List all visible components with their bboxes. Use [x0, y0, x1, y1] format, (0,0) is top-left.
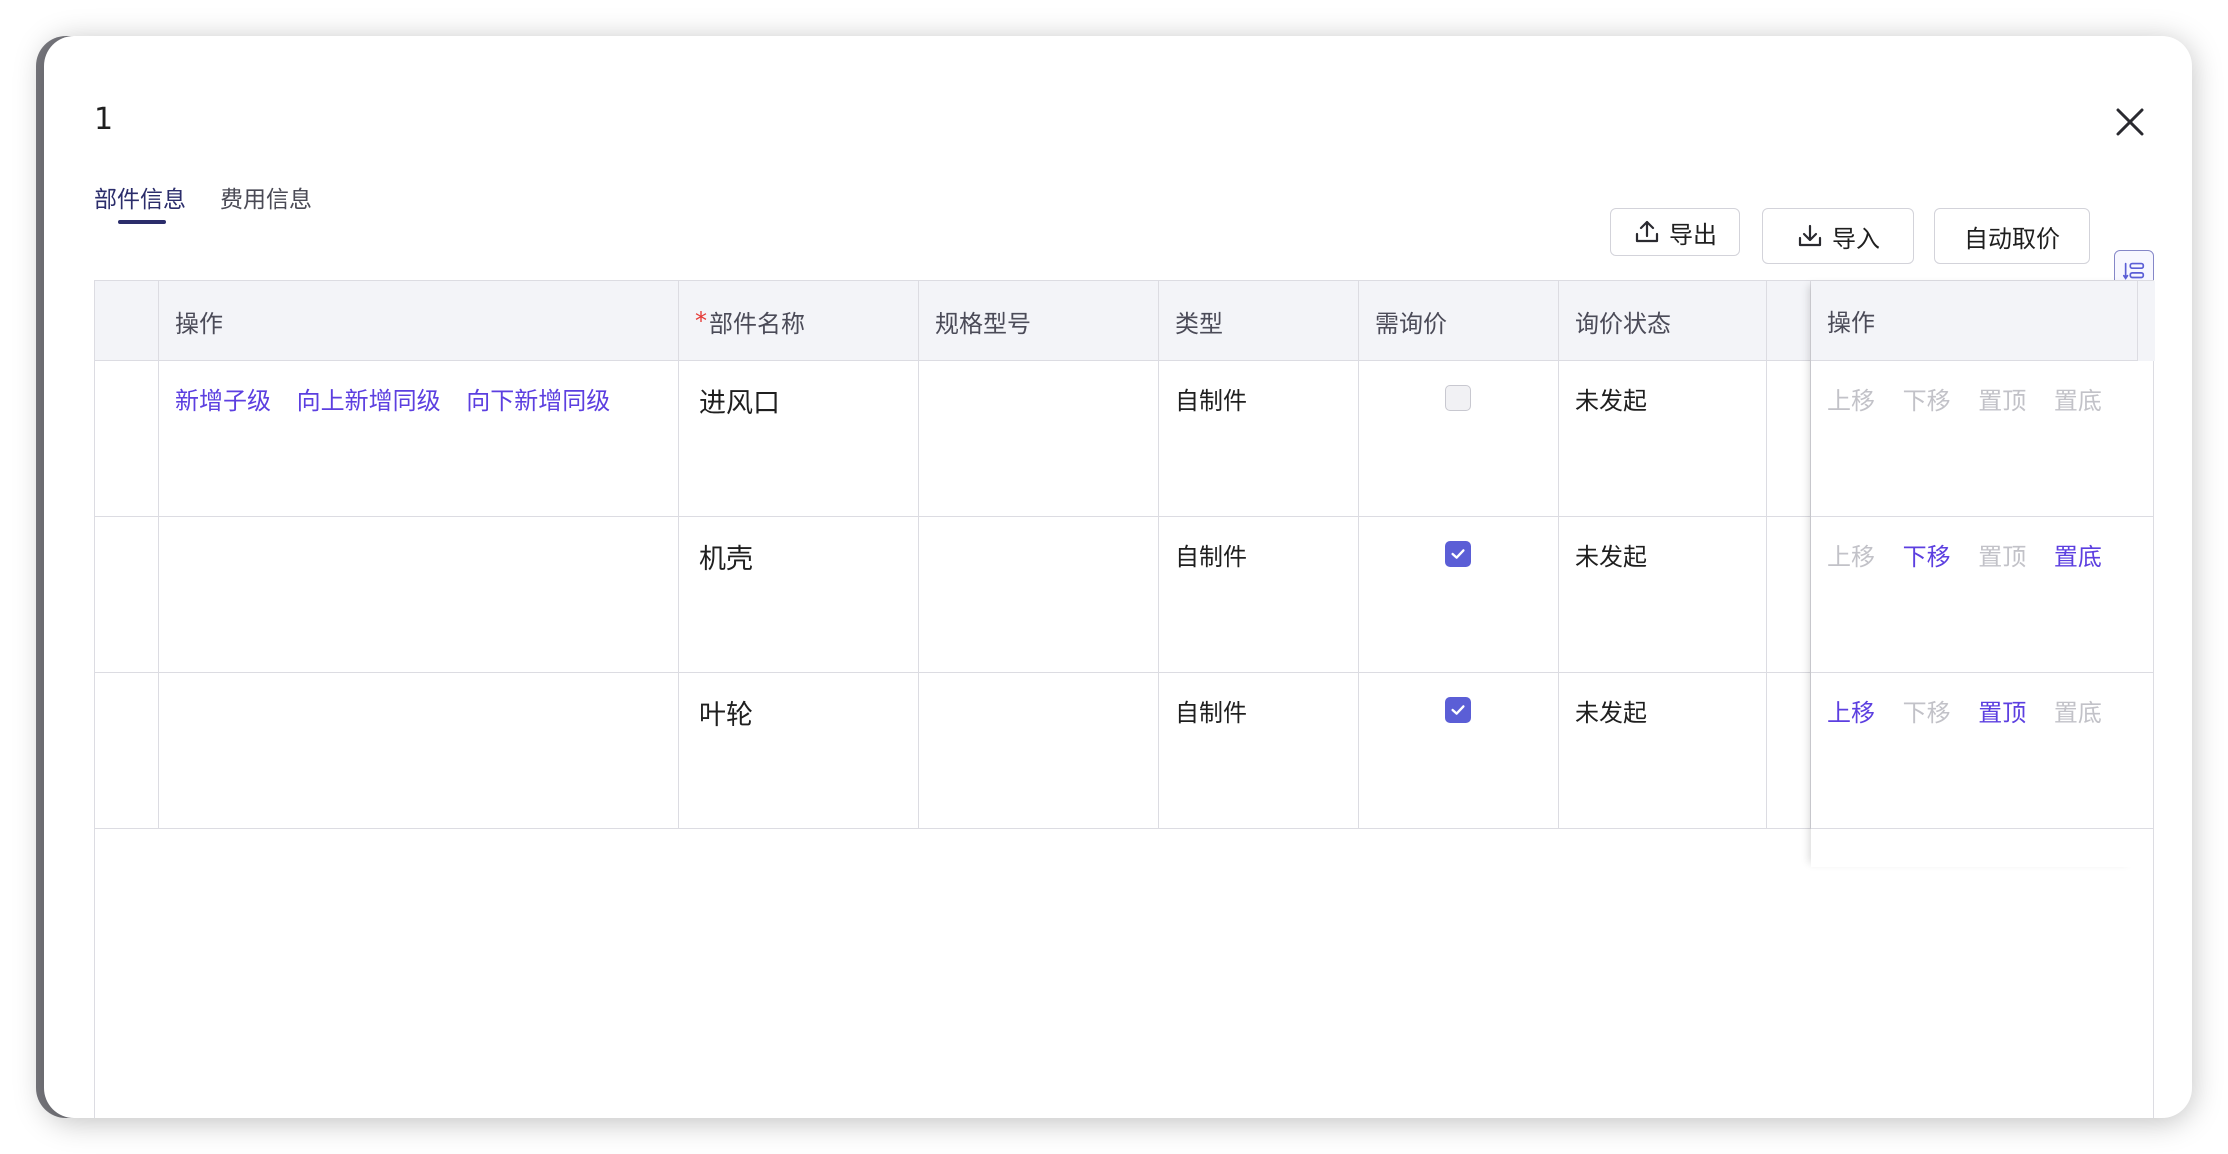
type-cell: 自制件	[1159, 517, 1359, 673]
type-cell: 自制件	[1159, 361, 1359, 517]
need-inquiry-cell	[1359, 673, 1559, 829]
extra-cell	[1767, 673, 1811, 829]
need-inquiry-cell	[1359, 361, 1559, 517]
export-button[interactable]: 导出	[1610, 208, 1740, 256]
add-sibling-below-link[interactable]: 向下新增同级	[466, 387, 610, 415]
header-inquiry-status: 询价状态	[1559, 281, 1767, 361]
required-mark: *	[695, 307, 707, 335]
spec-cell	[919, 673, 1159, 829]
need-inquiry-checkbox[interactable]	[1445, 385, 1471, 411]
move-actions-cell: 上移 下移 置顶 置底	[1811, 673, 2137, 829]
inquiry-status-cell: 未发起	[1559, 361, 1767, 517]
auto-price-button[interactable]: 自动取价	[1934, 208, 2090, 264]
modal-title: 1	[94, 102, 114, 137]
part-name-cell: 机壳	[679, 517, 919, 673]
export-label: 导出	[1669, 220, 1717, 249]
check-icon	[1451, 705, 1465, 715]
header-extra	[1767, 281, 1811, 361]
header-spec: 规格型号	[919, 281, 1159, 361]
extra-cell	[1767, 361, 1811, 517]
move-top-link: 置顶	[1978, 387, 2027, 415]
tab-cost-info[interactable]: 费用信息	[220, 180, 312, 224]
part-name-cell: 进风口	[679, 361, 919, 517]
download-icon	[1798, 224, 1822, 247]
modal-dialog: 1 部件信息 费用信息 导出 导入 自动取价 操作 * 部件名称 规格型号 类型 …	[44, 36, 2192, 1118]
add-sibling-above-link[interactable]: 向上新增同级	[297, 387, 441, 415]
extra-cell	[1767, 517, 1811, 673]
move-bottom-link: 置底	[2053, 387, 2102, 415]
move-actions-cell: 上移 下移 置顶 置底	[1811, 361, 2137, 517]
close-icon[interactable]	[2112, 104, 2148, 140]
row-actions	[159, 673, 679, 829]
move-down-link: 下移	[1902, 387, 1951, 415]
need-inquiry-checkbox[interactable]	[1445, 697, 1471, 723]
move-actions-cell: 上移 下移 置顶 置底	[1811, 517, 2137, 673]
tab-part-info[interactable]: 部件信息	[94, 180, 186, 224]
type-cell: 自制件	[1159, 673, 1359, 829]
move-down-link: 下移	[1902, 699, 1951, 727]
header-fixed-actions: 操作	[1811, 281, 2137, 361]
import-label: 导入	[1832, 224, 1880, 253]
move-up-link[interactable]: 上移	[1827, 699, 1875, 727]
tab-bar: 部件信息 费用信息	[94, 180, 312, 230]
row-index	[95, 361, 159, 517]
parts-table: 操作 * 部件名称 规格型号 类型 需询价 询价状态 新增子级 向上新增同级 向下…	[94, 280, 2155, 1118]
spec-cell	[919, 361, 1159, 517]
fixed-actions-column: 操作 上移 下移 置顶 置底 上移 下移 置顶 置底 上移 下移 置顶 置底	[1811, 281, 2137, 867]
row-actions	[159, 517, 679, 673]
inquiry-status-cell: 未发起	[1559, 517, 1767, 673]
move-up-link: 上移	[1827, 387, 1875, 415]
header-actions: 操作	[159, 281, 679, 361]
header-part-name: * 部件名称	[679, 281, 919, 361]
move-top-link: 置顶	[1978, 543, 2027, 571]
need-inquiry-cell	[1359, 517, 1559, 673]
move-top-link[interactable]: 置顶	[1978, 699, 2026, 727]
check-icon	[1451, 549, 1465, 559]
spec-cell	[919, 517, 1159, 673]
upload-icon	[1635, 220, 1659, 243]
header-index	[95, 281, 159, 361]
move-bottom-link: 置底	[2053, 699, 2102, 727]
move-bottom-link[interactable]: 置底	[2054, 543, 2102, 571]
need-inquiry-checkbox[interactable]	[1445, 541, 1471, 567]
header-scroll-gutter	[2137, 281, 2155, 361]
header-type: 类型	[1159, 281, 1359, 361]
row-index	[95, 517, 159, 673]
row-index	[95, 673, 159, 829]
inquiry-status-cell: 未发起	[1559, 673, 1767, 829]
add-child-link[interactable]: 新增子级	[175, 387, 271, 415]
row-actions: 新增子级 向上新增同级 向下新增同级	[159, 361, 679, 517]
move-up-link: 上移	[1827, 543, 1875, 571]
header-part-name-label: 部件名称	[709, 309, 805, 338]
move-down-link[interactable]: 下移	[1903, 543, 1951, 571]
import-button[interactable]: 导入	[1762, 208, 1914, 264]
part-name-cell: 叶轮	[679, 673, 919, 829]
header-need-inquiry: 需询价	[1359, 281, 1559, 361]
